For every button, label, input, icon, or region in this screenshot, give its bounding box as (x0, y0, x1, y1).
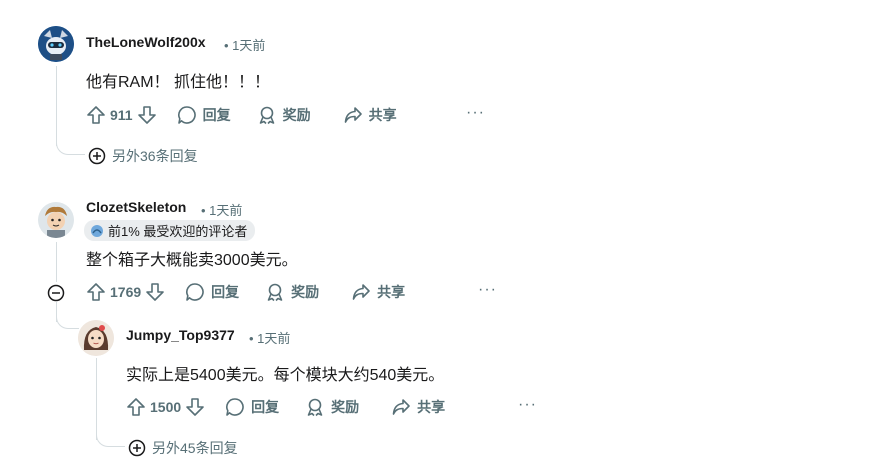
share-button[interactable]: 共享 (343, 101, 397, 129)
upvote-button[interactable] (86, 278, 106, 306)
thread-line (96, 358, 97, 440)
thread-line (56, 242, 57, 282)
thread-curve (96, 432, 125, 447)
upvote-button[interactable] (126, 393, 146, 421)
more-replies-label: 另外36条回复 (112, 148, 198, 164)
expand-icon (88, 147, 106, 165)
reply-label: 回复 (202, 107, 231, 123)
comment-icon (177, 106, 196, 124)
share-icon (344, 107, 362, 123)
award-icon (307, 398, 323, 417)
award-button[interactable]: 奖励 (305, 393, 359, 421)
expand-icon (128, 439, 146, 457)
share-label: 共享 (417, 399, 446, 415)
vote-count: 1500 (150, 399, 182, 415)
downvote-icon (146, 283, 164, 301)
reply-button[interactable]: 回复 (185, 278, 239, 306)
award-label: 奖励 (282, 107, 311, 123)
thread-curve (56, 316, 79, 329)
username[interactable]: Jumpy_Top9377 (126, 327, 235, 343)
award-icon (267, 283, 283, 302)
share-label: 共享 (377, 284, 406, 300)
upvote-icon (127, 398, 145, 416)
share-label: 共享 (368, 107, 397, 123)
share-button[interactable]: 共享 (391, 393, 445, 421)
reply-label: 回复 (251, 399, 280, 415)
downvote-button[interactable] (145, 278, 165, 306)
more-replies-link[interactable]: 另外36条回复 (88, 146, 198, 166)
comment-actions: 1769 回复 奖励 共享 (86, 278, 405, 306)
award-label: 奖励 (331, 399, 360, 415)
vote-count: 1769 (110, 284, 142, 300)
award-button[interactable]: 奖励 (265, 278, 319, 306)
avatar[interactable] (78, 320, 114, 356)
more-replies-label: 另外45条回复 (152, 440, 238, 456)
reply-label: 回复 (211, 284, 240, 300)
comment-icon (186, 283, 204, 301)
thread-line (56, 66, 57, 146)
username[interactable]: ClozetSkeleton (86, 199, 186, 215)
downvote-icon (137, 106, 156, 124)
award-icon (259, 106, 274, 125)
downvote-icon (186, 398, 204, 416)
username[interactable]: TheLoneWolf200x (86, 34, 206, 50)
share-icon (392, 399, 410, 415)
comment-body: 实际上是5400美元。每个模块大约540美元。 (126, 367, 445, 384)
user-flair: 前1% 最受欢迎的评论者 (84, 220, 256, 241)
vote-count: 911 (110, 107, 133, 123)
award-label: 奖励 (291, 284, 320, 300)
upvote-icon (87, 283, 105, 301)
reply-button[interactable]: 回复 (177, 101, 231, 129)
avatar[interactable] (38, 26, 74, 62)
flair-label: 前1% 最受欢迎的评论者 (108, 224, 248, 239)
share-icon (352, 284, 370, 300)
collapse-thread-button[interactable] (47, 284, 65, 302)
upvote-button[interactable] (86, 101, 106, 129)
upvote-icon (87, 106, 105, 124)
comment-body: 他有RAM！ 抓住他！！！ (86, 74, 271, 91)
more-options-button[interactable]: ··· (518, 396, 537, 414)
timestamp[interactable]: • 1天前 (249, 328, 290, 347)
more-replies-link[interactable]: 另外45条回复 (128, 438, 238, 458)
downvote-button[interactable] (185, 393, 205, 421)
downvote-button[interactable] (137, 101, 157, 129)
comment-actions: 1500 回复 奖励 共享 (126, 393, 445, 421)
comment-actions: 911 回复 奖励 共享 (86, 101, 397, 129)
avatar[interactable] (38, 202, 74, 238)
comment-body: 整个箱子大概能卖3000美元。 (86, 252, 298, 269)
more-options-button[interactable]: ··· (478, 281, 497, 299)
flair-icon (91, 224, 103, 237)
share-button[interactable]: 共享 (351, 278, 405, 306)
reply-button[interactable]: 回复 (225, 393, 279, 421)
award-button[interactable]: 奖励 (257, 101, 311, 129)
more-options-button[interactable]: ··· (466, 104, 485, 122)
thread-curve (56, 140, 85, 155)
timestamp[interactable]: • 1天前 (224, 35, 265, 54)
comment-icon (226, 398, 244, 416)
timestamp[interactable]: • 1天前 (201, 200, 242, 219)
